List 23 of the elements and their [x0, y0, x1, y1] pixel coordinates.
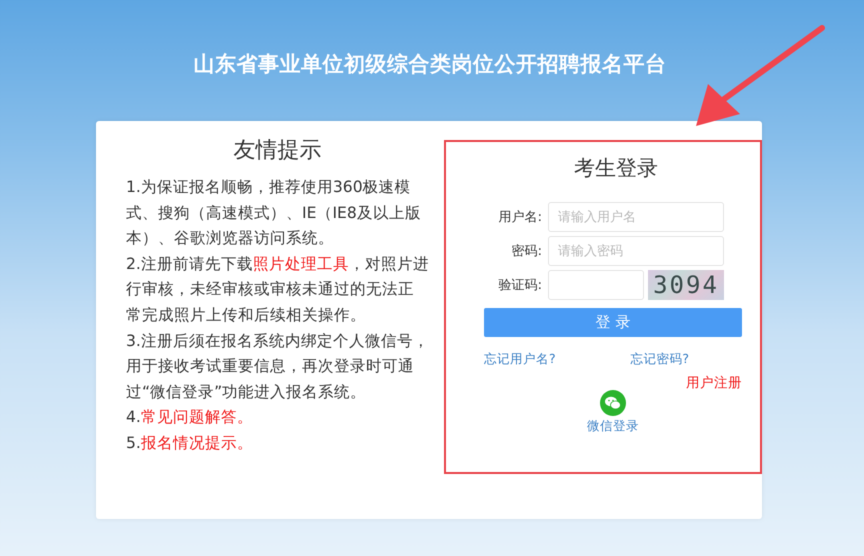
password-field[interactable]: 请输入密码 [548, 236, 724, 266]
tip-paragraph: 1.为保证报名顺畅，推荐使用360极速模式、搜狗（高速模式）、IE（IE8及以上版本）、谷歌浏览器访问系统。 [126, 177, 422, 250]
username-field[interactable]: 请输入用户名 [548, 202, 724, 232]
field-label: 密码: [510, 243, 543, 260]
login-title: 考生登录 [573, 155, 659, 182]
captcha-image[interactable]: 3094 [648, 270, 724, 300]
field-label: 验证码: [498, 277, 543, 294]
login-button[interactable]: 登 录 [484, 308, 742, 337]
captcha-field[interactable] [548, 270, 644, 300]
wechat-login-link[interactable]: 微信登录 [587, 418, 639, 435]
tips-title: 友情提示 [232, 137, 322, 165]
tip-link[interactable]: 报名情况提示。 [140, 434, 253, 452]
wechat-icon[interactable] [600, 390, 626, 416]
register-link[interactable]: 用户注册 [686, 374, 742, 392]
tip-paragraph: 2.注册前请先下载照片处理工具，对照片进行审核，未经审核或审核未通过的无法正常完成照片上传和后续相关操作。 [126, 254, 429, 326]
tip-link[interactable]: 照片处理工具 [252, 254, 349, 273]
tip-paragraph: 3.注册后须在报名系统内绑定个人微信号，用于接收考试重要信息，再次登录时可通过“微信登录”功能进入报名系统。 [126, 330, 429, 403]
field-label: 用户名: [498, 209, 543, 226]
forgot-username-link[interactable]: 忘记用户名? [484, 351, 556, 368]
tip-paragraph: 5.报名情况提示。 [126, 432, 254, 454]
tip-link[interactable]: 常见问题解答。 [140, 408, 253, 426]
forgot-password-link[interactable]: 忘记密码? [630, 351, 689, 368]
tip-paragraph: 4.常见问题解答。 [126, 407, 254, 428]
